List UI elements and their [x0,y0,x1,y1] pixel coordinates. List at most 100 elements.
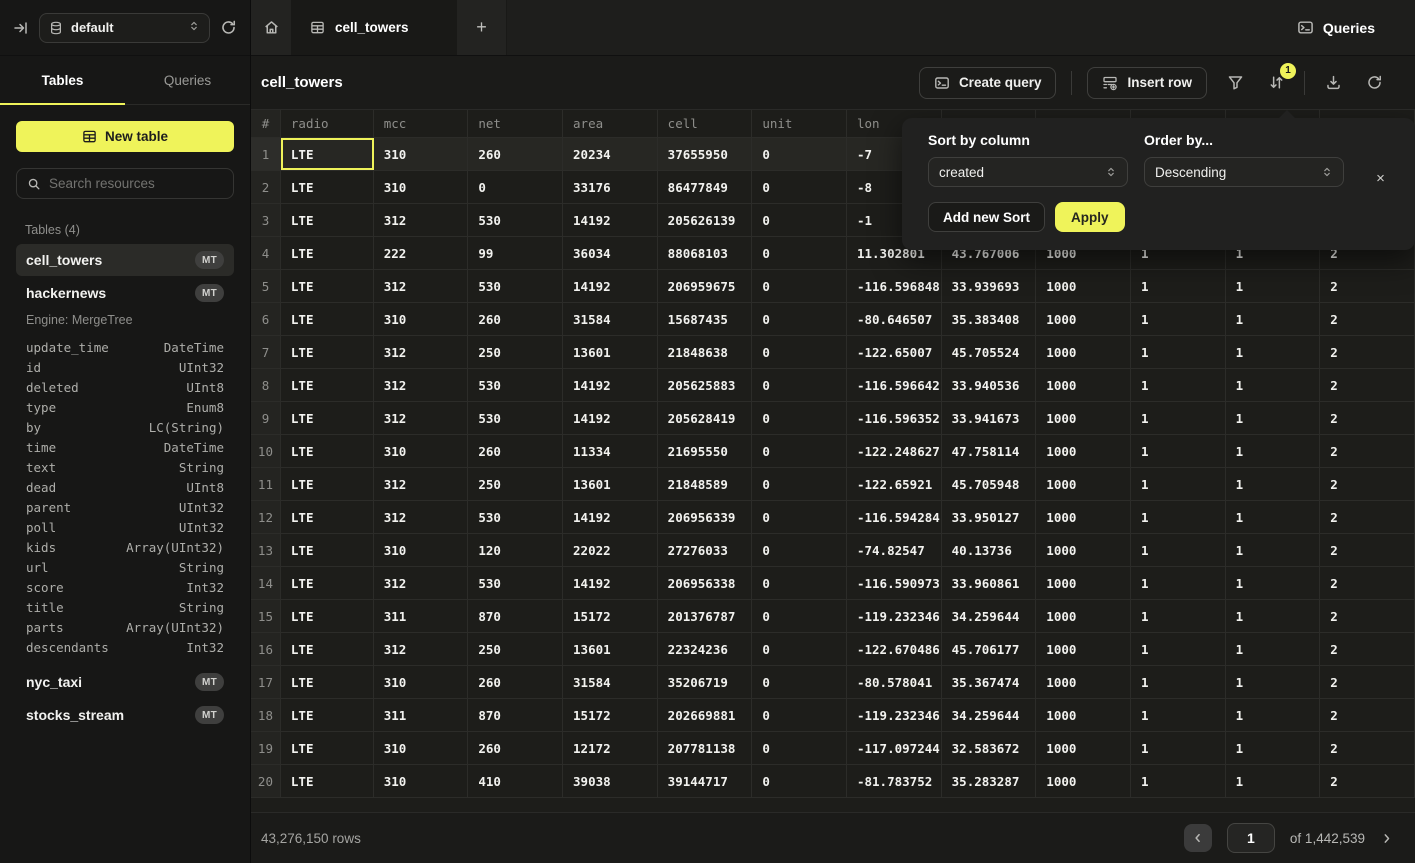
table-cell[interactable]: 1 [1131,369,1226,401]
table-cell[interactable]: -80.646507 [847,303,942,335]
table-cell[interactable]: 530 [468,270,563,302]
table-cell[interactable]: 19 [251,732,281,764]
table-cell[interactable]: 33.941673 [942,402,1037,434]
table-cell[interactable]: 2 [1320,336,1415,368]
tab-cell-towers[interactable]: cell_towers [291,0,457,55]
table-cell[interactable]: 27276033 [658,534,753,566]
table-cell[interactable]: 34.259644 [942,600,1037,632]
filter-button[interactable] [1222,70,1248,96]
table-cell[interactable]: 1000 [1036,303,1131,335]
table-cell[interactable]: 1 [1226,468,1321,500]
download-button[interactable] [1320,70,1346,96]
table-cell[interactable]: 11 [251,468,281,500]
table-cell[interactable]: -81.783752 [847,765,942,797]
table-cell[interactable]: 1 [1131,534,1226,566]
table-cell[interactable]: 250 [468,468,563,500]
table-cell[interactable]: 1 [1131,270,1226,302]
table-cell[interactable]: -116.596848 [847,270,942,302]
table-cell[interactable]: 1 [1131,600,1226,632]
table-cell[interactable]: 88068103 [658,237,753,269]
table-cell[interactable]: 1 [1226,270,1321,302]
table-cell[interactable]: 1 [1226,534,1321,566]
table-cell[interactable]: 1 [1226,732,1321,764]
sort-column-select[interactable]: created [928,157,1128,187]
table-cell[interactable]: 1 [1226,633,1321,665]
table-cell[interactable]: 207781138 [658,732,753,764]
table-cell[interactable]: 4 [251,237,281,269]
table-cell[interactable]: 312 [374,402,469,434]
table-cell[interactable]: 1000 [1036,732,1131,764]
table-cell[interactable]: 1000 [1036,567,1131,599]
table-cell[interactable]: 0 [752,600,847,632]
table-cell[interactable]: 16 [251,633,281,665]
table-cell[interactable]: LTE [281,534,374,566]
table-cell[interactable]: LTE [281,501,374,533]
table-cell[interactable]: 1 [1131,567,1226,599]
table-cell[interactable]: 1 [1226,435,1321,467]
table-cell[interactable]: 312 [374,204,469,236]
table-cell[interactable]: 310 [374,171,469,203]
table-cell[interactable]: 45.705524 [942,336,1037,368]
table-cell[interactable]: 1 [1226,567,1321,599]
page-number-input[interactable] [1227,823,1275,853]
table-cell[interactable]: 206959675 [658,270,753,302]
table-cell[interactable]: 2 [1320,468,1415,500]
table-cell[interactable]: LTE [281,567,374,599]
table-cell[interactable]: 33.960861 [942,567,1037,599]
sidebar-tab-queries[interactable]: Queries [125,56,250,104]
table-cell[interactable]: 20 [251,765,281,797]
table-cell[interactable]: 33176 [563,171,658,203]
table-cell[interactable]: 0 [752,666,847,698]
table-cell[interactable]: 13601 [563,336,658,368]
table-cell[interactable]: 310 [374,138,469,170]
sidebar-item-cell-towers[interactable]: cell_towers MT [16,244,234,276]
table-cell[interactable]: 45.706177 [942,633,1037,665]
table-cell[interactable]: 205628419 [658,402,753,434]
table-cell[interactable]: 14192 [563,402,658,434]
table-cell[interactable]: 222 [374,237,469,269]
table-cell[interactable]: 0 [752,171,847,203]
table-cell[interactable]: 530 [468,567,563,599]
table-cell[interactable]: 2 [1320,534,1415,566]
table-cell[interactable]: -119.232346 [847,600,942,632]
table-cell[interactable]: 1000 [1036,435,1131,467]
table-cell[interactable]: 2 [1320,600,1415,632]
table-cell[interactable]: 1000 [1036,369,1131,401]
table-cell[interactable]: 1000 [1036,534,1131,566]
apply-sort-button[interactable]: Apply [1055,202,1125,232]
table-cell[interactable]: 206956339 [658,501,753,533]
table-cell[interactable]: 33.950127 [942,501,1037,533]
column-header[interactable]: mcc [374,110,469,137]
table-cell[interactable]: 260 [468,732,563,764]
table-cell[interactable]: 45.705948 [942,468,1037,500]
table-cell[interactable]: 0 [752,237,847,269]
sidebar-item-stocks-stream[interactable]: stocks_stream MT [16,699,234,731]
table-cell[interactable]: LTE [281,303,374,335]
column-header[interactable]: unit [752,110,847,137]
table-cell[interactable]: 0 [752,468,847,500]
table-cell[interactable]: 312 [374,633,469,665]
column-header[interactable]: area [563,110,658,137]
table-cell[interactable]: 310 [374,435,469,467]
previous-page-button[interactable] [1184,824,1212,852]
table-cell[interactable]: LTE [281,336,374,368]
table-cell[interactable]: -122.65921 [847,468,942,500]
table-cell[interactable]: 2 [1320,666,1415,698]
table-cell[interactable]: 21848589 [658,468,753,500]
table-cell[interactable]: -116.590973 [847,567,942,599]
table-cell[interactable]: 0 [752,402,847,434]
table-cell[interactable]: 0 [752,765,847,797]
table-cell[interactable]: 1000 [1036,468,1131,500]
table-cell[interactable]: 2 [1320,303,1415,335]
table-cell[interactable]: 21695550 [658,435,753,467]
table-cell[interactable]: LTE [281,237,374,269]
table-cell[interactable]: LTE [281,633,374,665]
order-select[interactable]: Descending [1144,157,1344,187]
column-header[interactable]: # [251,110,281,137]
table-cell[interactable]: 1 [1131,666,1226,698]
table-cell[interactable]: 35.283287 [942,765,1037,797]
table-cell[interactable]: 1 [1226,765,1321,797]
table-cell[interactable]: 0 [752,732,847,764]
home-button[interactable] [251,0,291,55]
table-cell[interactable]: 31584 [563,666,658,698]
